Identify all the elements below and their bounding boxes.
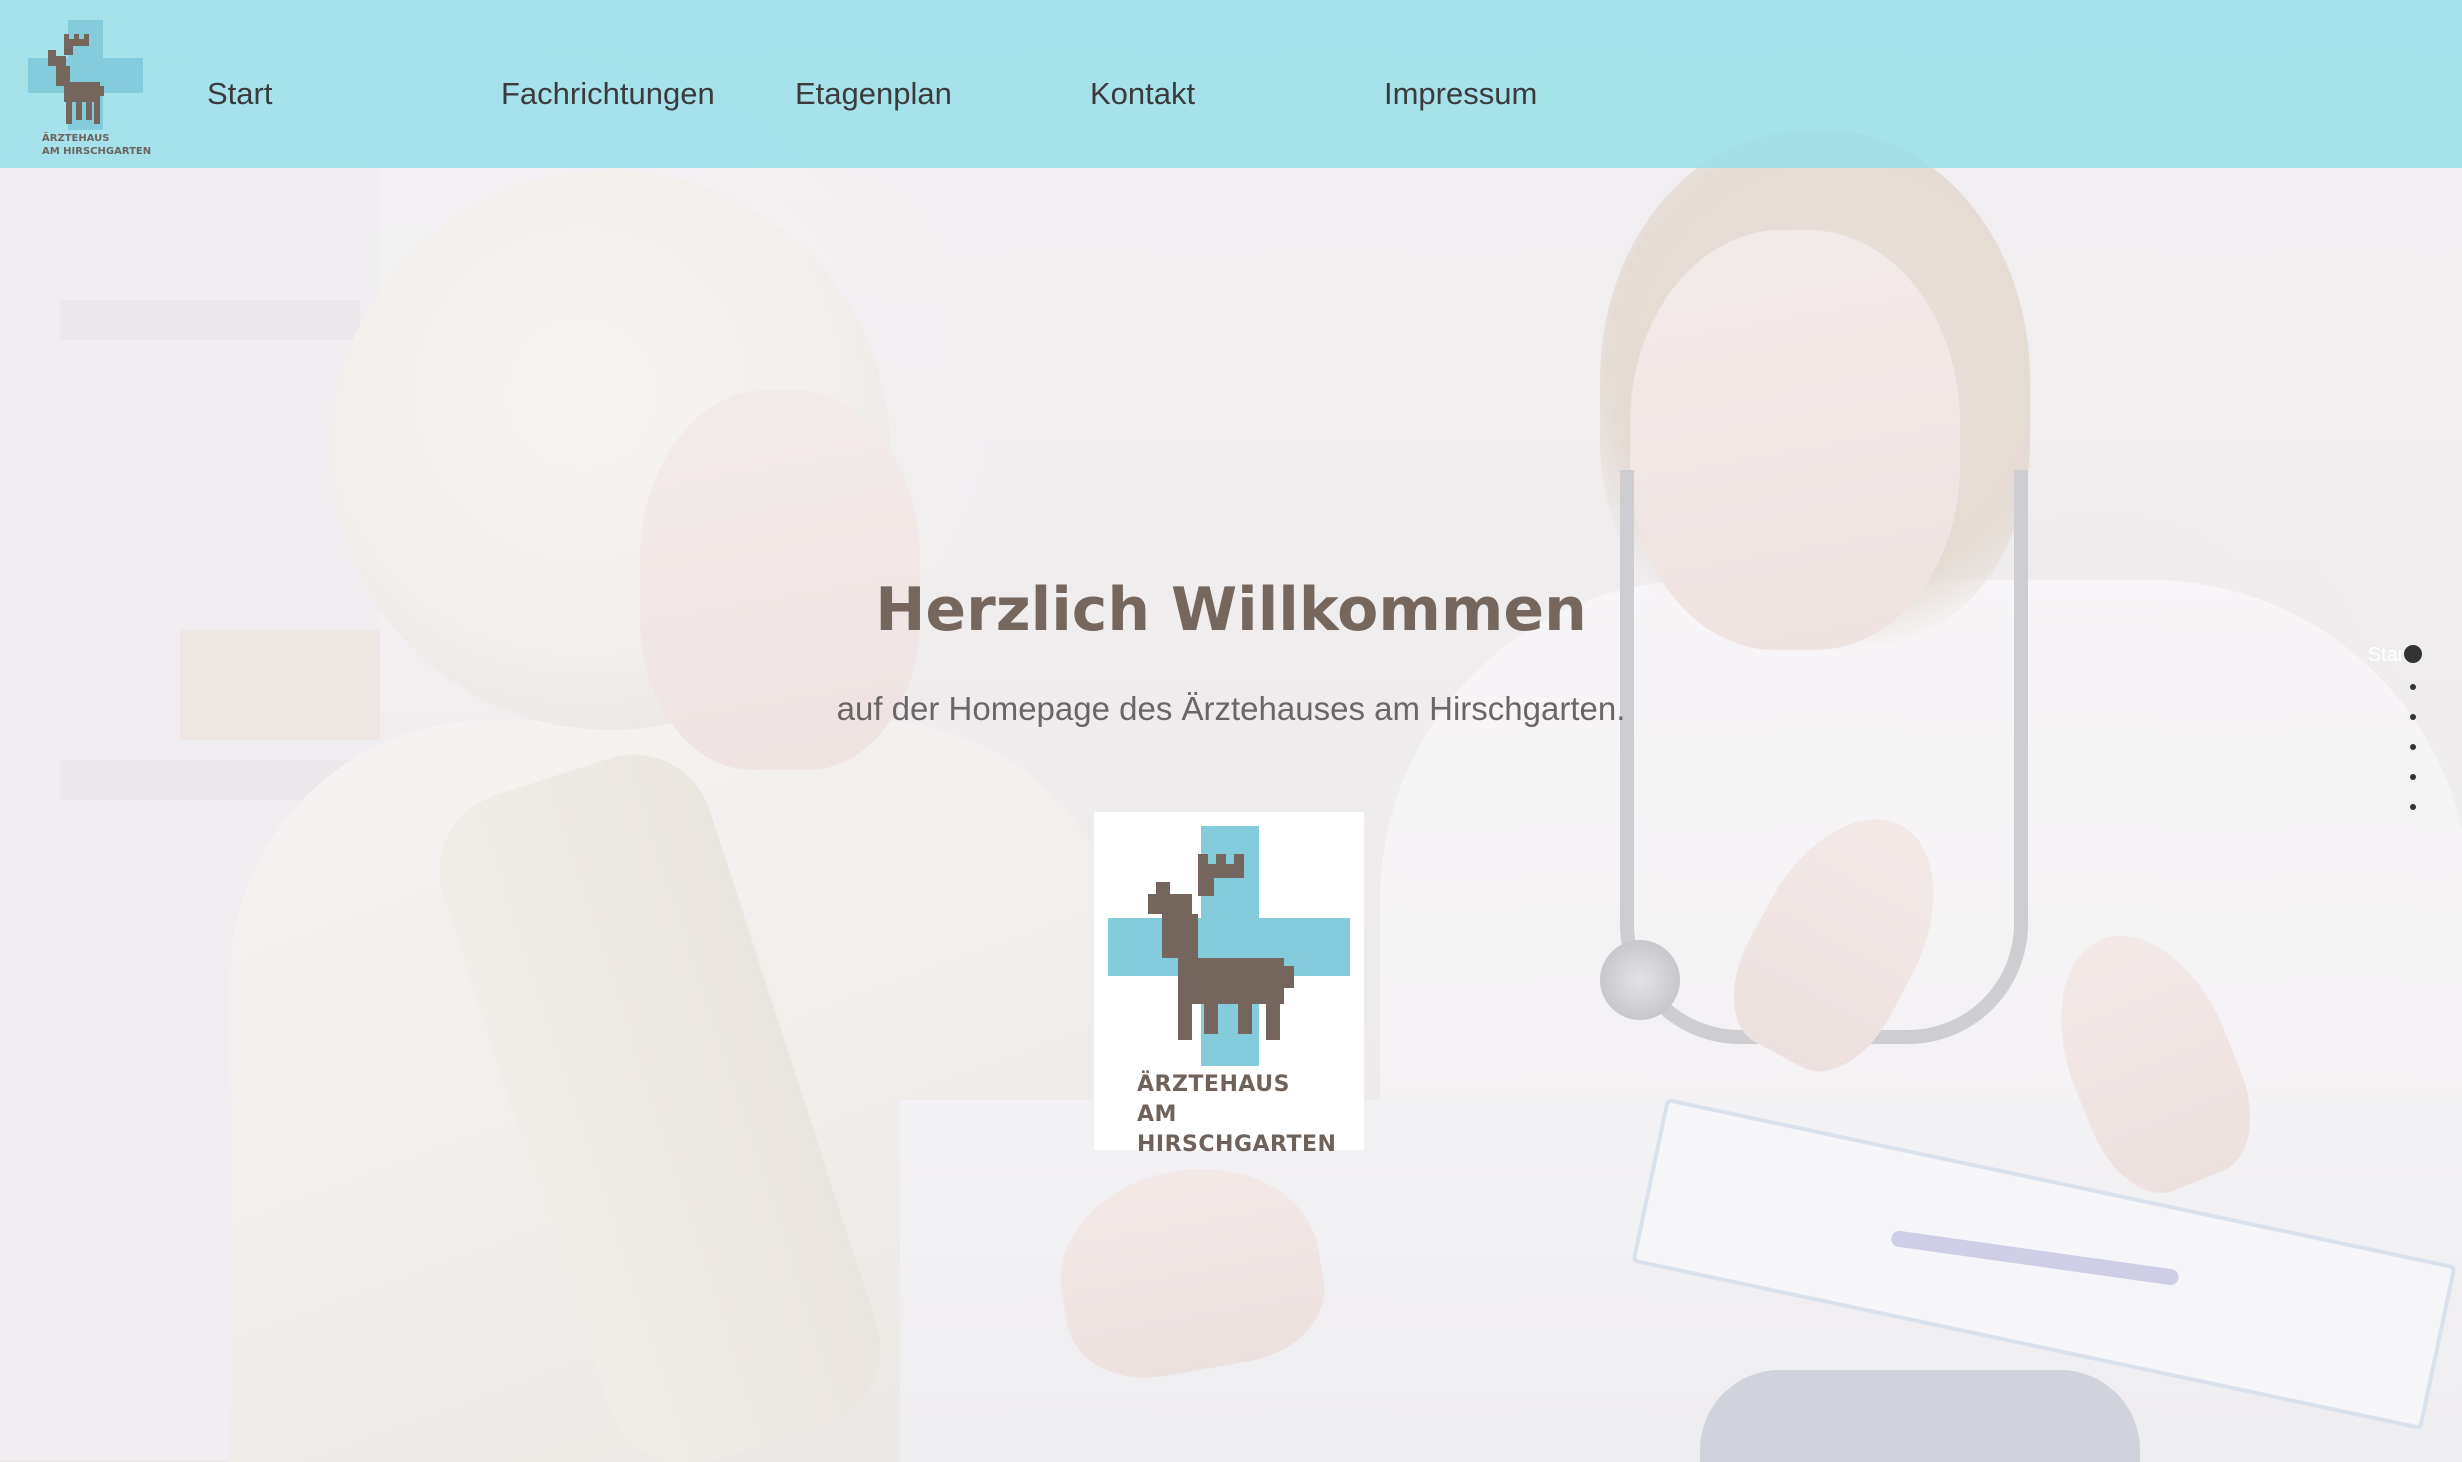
section-dot-1[interactable] <box>2404 645 2422 663</box>
nav-item-start[interactable]: Start <box>207 76 272 112</box>
deer-cross-logo-icon <box>28 20 143 130</box>
logo-text-line-1: ÄRZTEHAUS <box>42 133 110 144</box>
logo-card-text: ÄRZTEHAUS AM HIRSCHGARTEN <box>1137 1070 1357 1160</box>
section-dot-4[interactable] <box>2410 744 2416 750</box>
hero-subtitle: auf der Homepage des Ärztehauses am Hirs… <box>836 690 1626 727</box>
nav-item-fachrichtungen[interactable]: Fachrichtungen <box>501 76 715 112</box>
nav-item-impressum[interactable]: Impressum <box>1384 76 1537 112</box>
section-dot-6[interactable] <box>2410 804 2416 810</box>
nav-logo[interactable]: ÄRZTEHAUS AM HIRSCHGARTEN <box>28 20 151 162</box>
section-dot-3[interactable] <box>2410 714 2416 720</box>
nav-logo-text: ÄRZTEHAUS AM HIRSCHGARTEN <box>42 132 152 158</box>
hero-background-photo <box>0 0 2462 1462</box>
section-dot-navigation: Start <box>2340 640 2462 820</box>
hero-title: Herzlich Willkommen <box>875 575 1587 645</box>
logo-text-line-2: AM HIRSCHGARTEN <box>42 146 152 157</box>
deer-cross-logo-icon <box>1108 826 1350 1066</box>
section-dot-2[interactable] <box>2410 684 2416 690</box>
top-navigation-bar: ÄRZTEHAUS AM HIRSCHGARTEN Start Fachrich… <box>0 0 2462 168</box>
logo-card-line-2: AM HIRSCHGARTEN <box>1137 1102 1337 1157</box>
section-dot-5[interactable] <box>2410 774 2416 780</box>
white-overlay <box>0 0 2462 1462</box>
nav-item-kontakt[interactable]: Kontakt <box>1090 76 1195 112</box>
logo-card-line-1: ÄRZTEHAUS <box>1137 1072 1290 1097</box>
nav-item-etagenplan[interactable]: Etagenplan <box>795 76 952 112</box>
center-logo-card: ÄRZTEHAUS AM HIRSCHGARTEN <box>1094 812 1364 1157</box>
